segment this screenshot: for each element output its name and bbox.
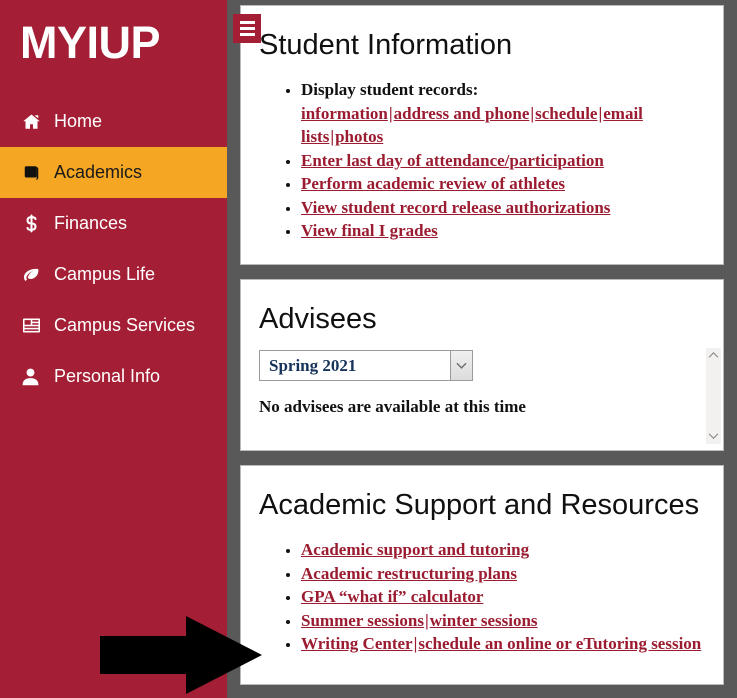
page-title: Academic Support and Resources xyxy=(259,489,700,521)
link-summer-sessions[interactable]: Summer sessions xyxy=(301,611,424,630)
advisees-empty-message: No advisees are available at this time xyxy=(259,397,526,416)
hamburger-icon-bar xyxy=(239,21,255,24)
term-select-row: Spring 2021 xyxy=(241,338,723,381)
link-perform-academic-review-of-athletes[interactable]: Perform academic review of athletes xyxy=(301,174,565,193)
link-view-final-i-grades[interactable]: View final I grades xyxy=(301,221,438,240)
link-academic-restructuring-plans[interactable]: Academic restructuring plans xyxy=(301,564,517,583)
link-photos[interactable]: photos xyxy=(335,127,383,146)
panel-student-information: Student Information Display student reco… xyxy=(240,5,724,265)
sidebar-item-personal-info[interactable]: Personal Info xyxy=(0,351,227,402)
scroll-down-icon[interactable] xyxy=(706,429,721,444)
sidebar-item-finances[interactable]: Finances xyxy=(0,198,227,249)
panel-advisees: Advisees Spring 2021 No advisees are ava… xyxy=(240,279,724,451)
leaf-icon xyxy=(21,265,45,285)
list-item: View final I grades xyxy=(301,219,723,243)
page-title: Advisees xyxy=(259,303,377,335)
chevron-down-icon[interactable] xyxy=(450,351,472,380)
brand-logo: MYIUP xyxy=(20,17,161,68)
term-select[interactable]: Spring 2021 xyxy=(259,350,473,381)
menu-toggle-button[interactable] xyxy=(233,14,261,43)
list-item: Academic restructuring plans xyxy=(301,562,723,586)
main-content: Student Information Display student reco… xyxy=(240,0,724,698)
sidebar-item-label: Personal Info xyxy=(54,366,161,386)
scroll-up-icon[interactable] xyxy=(706,348,721,363)
list-item: Summer sessions|winter sessions xyxy=(301,609,723,633)
link-winter-sessions[interactable]: winter sessions xyxy=(430,611,538,630)
term-select-value: Spring 2021 xyxy=(269,355,357,375)
link-address-and-phone[interactable]: address and phone xyxy=(394,104,530,123)
user-icon xyxy=(21,367,45,387)
list-item: Academic support and tutoring xyxy=(301,538,723,562)
link-schedule-online-or-etutoring-session[interactable]: schedule an online or eTutoring session xyxy=(418,634,701,653)
display-records-label: Display student records: xyxy=(301,80,479,99)
link-academic-support-and-tutoring[interactable]: Academic support and tutoring xyxy=(301,540,529,559)
list-item: View student record release authorizatio… xyxy=(301,196,723,220)
list-item: GPA “what if” calculator xyxy=(301,585,723,609)
sidebar-item-campus-services[interactable]: Campus Services xyxy=(0,300,227,351)
panel-academic-support-and-resources: Academic Support and Resources Academic … xyxy=(240,465,724,685)
link-enter-last-day-of-attendance[interactable]: Enter last day of attendance/participati… xyxy=(301,151,604,170)
list-item: Enter last day of attendance/participati… xyxy=(301,149,723,173)
sidebar-nav: Home Academics Finances Campus Life Camp xyxy=(0,96,227,402)
sidebar: MYIUP Home Academics Finances Campus Lif… xyxy=(0,0,227,698)
home-icon xyxy=(21,112,45,132)
student-information-link-list: Display student records: information|add… xyxy=(241,78,723,243)
newspaper-icon xyxy=(21,316,45,336)
hamburger-icon-bar xyxy=(239,33,255,36)
academic-support-link-list: Academic support and tutoring Academic r… xyxy=(241,538,723,656)
sidebar-item-label: Campus Services xyxy=(54,315,196,335)
sidebar-item-label: Home xyxy=(54,111,103,131)
sidebar-item-academics[interactable]: Academics xyxy=(0,147,227,198)
list-item: Perform academic review of athletes xyxy=(301,172,723,196)
sidebar-item-home[interactable]: Home xyxy=(0,96,227,147)
hamburger-icon-bar xyxy=(239,27,255,30)
dollar-sign-icon xyxy=(21,214,45,234)
link-writing-center[interactable]: Writing Center xyxy=(301,634,413,653)
book-icon xyxy=(21,163,45,183)
link-information[interactable]: information xyxy=(301,104,388,123)
sidebar-item-label: Academics xyxy=(54,162,143,182)
list-item: Display student records: information|add… xyxy=(301,78,723,149)
sidebar-item-campus-life[interactable]: Campus Life xyxy=(0,249,227,300)
sidebar-item-label: Campus Life xyxy=(54,264,156,284)
page-title: Student Information xyxy=(259,29,513,61)
link-view-student-record-release-authorizations[interactable]: View student record release authorizatio… xyxy=(301,198,610,217)
link-schedule[interactable]: schedule xyxy=(535,104,597,123)
advisees-scrollbar[interactable] xyxy=(706,348,721,444)
list-item: Writing Center|schedule an online or eTu… xyxy=(301,632,723,656)
link-gpa-what-if-calculator[interactable]: GPA “what if” calculator xyxy=(301,587,483,606)
sidebar-item-label: Finances xyxy=(54,213,128,233)
